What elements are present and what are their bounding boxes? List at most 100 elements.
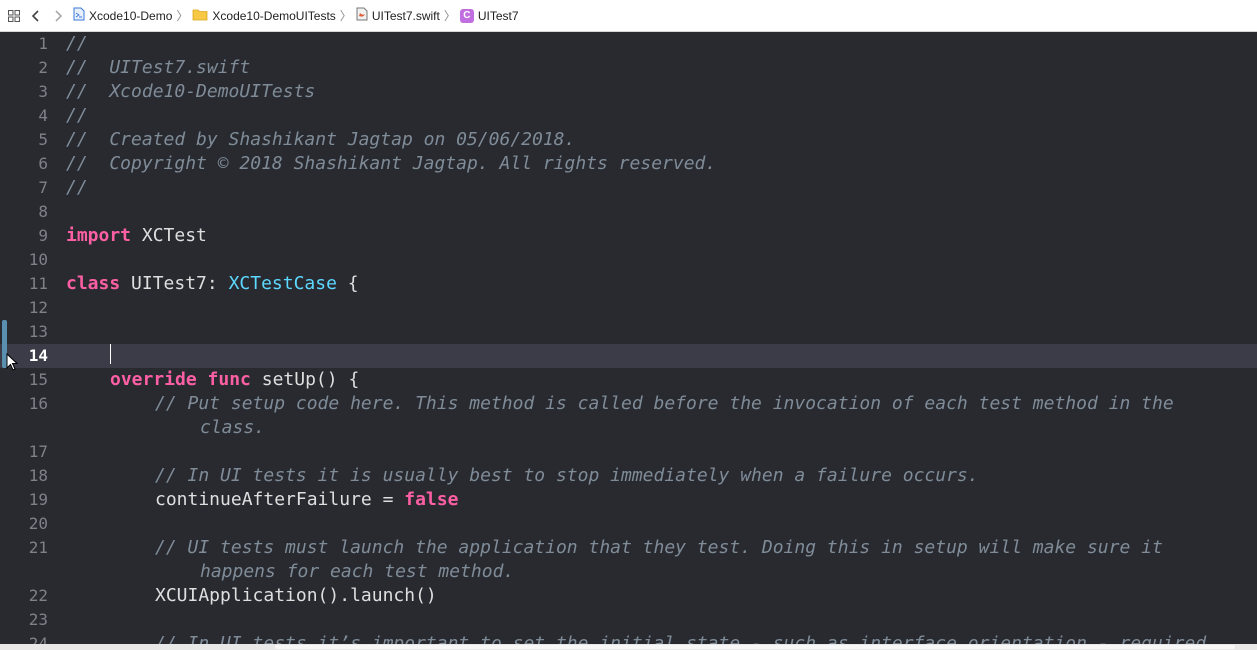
code-line: 8 [0, 200, 1257, 224]
identifier: UITest7: [120, 273, 229, 294]
keyword: false [404, 489, 459, 510]
scrollbar-thumb[interactable] [275, 645, 1235, 649]
code-line: 19 continueAfterFailure = false [0, 488, 1257, 512]
keyword: override [110, 369, 197, 390]
breadcrumb-folder[interactable]: Xcode10-DemoUITests [192, 8, 336, 24]
code-line: 15 override func setUp() { [0, 368, 1257, 392]
code-line-continuation: happens for each test method. [0, 560, 1257, 584]
code-line: 11 class UITest7: XCTestCase { [0, 272, 1257, 296]
keyword: func [207, 369, 251, 390]
code-line: 5 // Created by Shashikant Jagtap on 05/… [0, 128, 1257, 152]
text-caret [110, 344, 111, 364]
code-line: 21 // UI tests must launch the applicati… [0, 536, 1257, 560]
code-text: // UITest7.swift [66, 57, 251, 78]
swift-file-icon [356, 7, 368, 24]
breadcrumb-project-label: Xcode10-Demo [89, 8, 173, 23]
code-text: // Put setup code here. This method is c… [155, 393, 1174, 414]
identifier: setUp() { [250, 369, 360, 390]
keyword: class [66, 273, 121, 294]
code-line: 3 // Xcode10-DemoUITests [0, 80, 1257, 104]
code-line: 1 // [0, 32, 1257, 56]
code-text: XCUIApplication().launch() [155, 585, 437, 606]
code-text: // UI tests must launch the application … [155, 537, 1163, 558]
line-number: 20 [28, 514, 48, 533]
folder-icon [192, 8, 208, 24]
line-number: 22 [28, 586, 48, 605]
line-number: 11 [28, 274, 48, 293]
line-number: 21 [28, 538, 48, 557]
breadcrumb-project[interactable]: Xcode10-Demo [73, 7, 172, 24]
back-chevron-icon[interactable] [25, 5, 47, 27]
breadcrumb-file[interactable]: UITest7.swift [356, 7, 440, 24]
code-line: 2 // UITest7.swift [0, 56, 1257, 80]
horizontal-scrollbar[interactable] [0, 644, 1257, 650]
breadcrumb-folder-label: Xcode10-DemoUITests [212, 8, 336, 23]
line-number: 16 [28, 394, 48, 413]
line-number: 24 [28, 634, 48, 644]
breadcrumb-separator-icon: 〉 [443, 9, 456, 23]
code-line: 4 // [0, 104, 1257, 128]
code-line: 18 // In UI tests it is usually best to … [0, 464, 1257, 488]
line-number: 6 [38, 154, 48, 173]
line-number: 7 [38, 178, 48, 197]
current-code-line: 14 [0, 344, 1257, 368]
code-line: 12 [0, 296, 1257, 320]
line-number: 8 [38, 202, 48, 221]
mouse-pointer-icon [6, 352, 19, 375]
line-number: 10 [28, 250, 48, 269]
code-text: import XCTest [66, 224, 207, 248]
code-line: 7 // [0, 176, 1257, 200]
code-text: continueAfterFailure = false [155, 488, 458, 512]
code-line: 10 [0, 248, 1257, 272]
line-number: 17 [28, 442, 48, 461]
code-line: 6 // Copyright © 2018 Shashikant Jagtap.… [0, 152, 1257, 176]
breadcrumb-class-label: UITest7 [477, 8, 519, 23]
breadcrumb-separator-icon: 〉 [339, 9, 352, 23]
source-editor[interactable]: 1 // 2 // UITest7.swift 3 // Xcode10-Dem… [0, 32, 1257, 644]
code-line: 13 [0, 320, 1257, 344]
code-text: // In UI tests it is usually best to sto… [155, 465, 979, 486]
code-line: 22 XCUIApplication().launch() [0, 584, 1257, 608]
code-text: class. [200, 417, 266, 438]
breadcrumb-class[interactable]: C UITest7 [459, 8, 519, 23]
line-number: 4 [38, 106, 48, 125]
code-text: // [66, 105, 88, 126]
line-number: 23 [28, 610, 48, 629]
line-number: 3 [38, 82, 48, 101]
line-number: 12 [28, 298, 48, 317]
line-number: 13 [28, 322, 48, 341]
code-text: class UITest7: XCTestCase { [66, 272, 359, 296]
breadcrumb-separator-icon: 〉 [176, 9, 189, 23]
code-line: 23 [0, 608, 1257, 632]
code-text: // [66, 177, 88, 198]
code-line: 24 // In UI tests it’s important to set … [0, 632, 1257, 644]
project-file-icon [73, 7, 85, 24]
identifier: XCTest [131, 225, 207, 246]
code-text: happens for each test method. [200, 561, 515, 582]
code-text: // [66, 33, 88, 54]
line-number: 2 [38, 58, 48, 77]
forward-chevron-icon[interactable] [47, 5, 69, 27]
code-line: 9 import XCTest [0, 224, 1257, 248]
line-number: 18 [28, 466, 48, 485]
code-line: 16 // Put setup code here. This method i… [0, 392, 1257, 416]
code-line: 17 [0, 440, 1257, 464]
breadcrumb-file-label: UITest7.swift [371, 8, 440, 23]
punctuation: { [336, 273, 359, 294]
code-line: 20 [0, 512, 1257, 536]
line-number: 1 [38, 34, 48, 53]
code-text: // Copyright © 2018 Shashikant Jagtap. A… [66, 153, 717, 174]
line-number: 5 [38, 130, 48, 149]
code-text: // In UI tests it’s important to set the… [155, 633, 1207, 644]
identifier: continueAfterFailure = [155, 489, 405, 510]
related-items-grid-icon[interactable] [3, 5, 25, 27]
code-line-continuation: class. [0, 416, 1257, 440]
class-c-icon: C [459, 8, 474, 23]
type-name: XCTestCase [228, 273, 337, 294]
jump-bar: Xcode10-Demo 〉 Xcode10-DemoUITests 〉 UIT… [0, 0, 1257, 32]
code-text: // Xcode10-DemoUITests [66, 81, 316, 102]
code-text: override func setUp() { [110, 368, 359, 392]
keyword: import [66, 225, 132, 246]
line-number: 19 [28, 490, 48, 509]
line-number: 9 [38, 226, 48, 245]
